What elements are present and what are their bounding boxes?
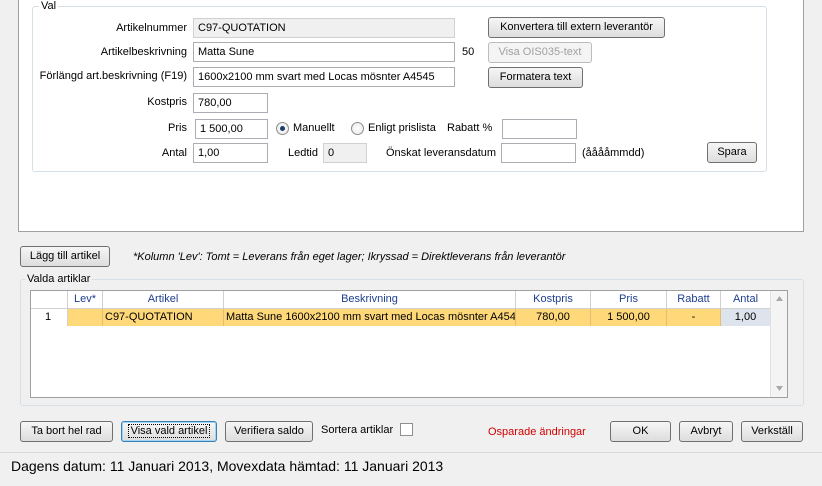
verifiera-saldo-label: Verifiera saldo (234, 425, 304, 437)
artikelnummer-field[interactable]: C97-QUOTATION (193, 18, 455, 38)
column-header-lev[interactable]: Lev* (68, 291, 103, 309)
status-bar: Dagens datum: 11 Januari 2013, Movexdata… (0, 452, 822, 486)
row-number[interactable]: 1 (31, 309, 68, 326)
cell-pris[interactable]: 1 500,00 (591, 309, 667, 326)
ok-label: OK (632, 425, 649, 437)
date-format-hint: (ååååmmdd) (582, 147, 645, 159)
status-text: Dagens datum: 11 Januari 2013, Movexdata… (11, 458, 444, 474)
ledtid-field[interactable]: 0 (323, 143, 367, 163)
antal-input[interactable]: 1,00 (193, 143, 268, 163)
cell-kostpris[interactable]: 780,00 (516, 309, 591, 326)
avbryt-label: Avbryt (690, 425, 722, 437)
column-header-rabatt[interactable]: Rabatt (667, 291, 721, 309)
visa-ois035-button-label: Visa OIS035-text (498, 46, 582, 58)
avbryt-button[interactable]: Avbryt (679, 421, 733, 442)
spara-button[interactable]: Spara (707, 142, 757, 163)
lev-column-note: *Kolumn 'Lev': Tomt = Leverans från eget… (133, 251, 566, 263)
artikelbeskrivning-label: Artikelbeskrivning (100, 46, 187, 58)
antal-label: Antal (161, 147, 187, 159)
osparade-andringar-label: Osparade ändringar (488, 426, 586, 438)
formatera-text-button-label: Formatera text (499, 71, 572, 83)
cell-lev[interactable] (68, 309, 103, 326)
kostpris-label: Kostpris (147, 96, 187, 108)
konvertera-button[interactable]: Konvertera till extern leverantör (488, 17, 665, 38)
valda-artiklar-legend: Valda artiklar (27, 273, 91, 285)
visa-ois035-button[interactable]: Visa OIS035-text (488, 42, 592, 63)
rabatt-input[interactable] (502, 119, 577, 139)
artikelnummer-label: Artikelnummer (116, 22, 187, 34)
enligt-prislista-label: Enligt prislista (368, 122, 436, 134)
spara-button-label: Spara (717, 146, 747, 158)
sortera-artiklar-checkbox[interactable] (400, 423, 413, 436)
visa-vald-artikel-button[interactable]: Visa vald artikel (121, 421, 217, 442)
val-legend: Val (41, 0, 57, 12)
ledtid-label: Ledtid (288, 147, 318, 159)
row-header-corner (31, 291, 68, 309)
pris-label: Pris (168, 122, 187, 134)
column-header-kostpris[interactable]: Kostpris (516, 291, 591, 309)
ta-bort-hel-rad-button[interactable]: Ta bort hel rad (20, 421, 113, 442)
rabatt-label: Rabatt % (447, 122, 493, 134)
manuellt-radio[interactable] (276, 122, 289, 135)
grid-vertical-scrollbar[interactable] (770, 291, 787, 397)
verkstall-label: Verkställ (751, 425, 793, 437)
forlangd-label: Förlängd art.beskrivning (F19) (39, 70, 187, 82)
scrollbar-arrows-icon (776, 296, 783, 391)
onskat-leveransdatum-input[interactable] (501, 143, 576, 163)
valda-artiklar-grid[interactable]: Lev* Artikel Beskrivning Kostpris Pris R… (30, 290, 788, 398)
formatera-text-button[interactable]: Formatera text (488, 67, 583, 88)
ta-bort-hel-rad-label: Ta bort hel rad (31, 425, 102, 437)
konvertera-button-label: Konvertera till extern leverantör (500, 21, 653, 33)
cell-antal[interactable]: 1,00 (721, 309, 771, 326)
kostpris-input[interactable]: 780,00 (193, 93, 268, 113)
ok-button[interactable]: OK (610, 421, 671, 442)
column-header-antal[interactable]: Antal (721, 291, 771, 309)
lagg-till-artikel-label: Lägg till artikel (29, 250, 101, 262)
manuellt-label: Manuellt (293, 122, 335, 134)
column-header-pris[interactable]: Pris (591, 291, 667, 309)
cell-rabatt[interactable]: - (667, 309, 721, 326)
verifiera-saldo-button[interactable]: Verifiera saldo (225, 421, 313, 442)
forlangd-input[interactable]: 1600x2100 mm svart med Locas mösnter A45… (193, 67, 455, 87)
enligt-prislista-radio[interactable] (351, 122, 364, 135)
column-header-artikel[interactable]: Artikel (103, 291, 224, 309)
onskat-leveransdatum-label: Önskat leveransdatum (386, 147, 497, 159)
cell-artikel[interactable]: C97-QUOTATION (103, 309, 224, 326)
visa-vald-artikel-label: Visa vald artikel (127, 424, 211, 438)
lagg-till-artikel-button[interactable]: Lägg till artikel (20, 246, 110, 267)
artikelbeskrivning-input[interactable]: Matta Sune (193, 42, 455, 62)
cell-beskrivning[interactable]: Matta Sune 1600x2100 mm svart med Locas … (224, 309, 516, 326)
verkstall-button[interactable]: Verkställ (741, 421, 803, 442)
column-header-beskrivning[interactable]: Beskrivning (224, 291, 516, 309)
description-length: 50 (462, 46, 475, 58)
sortera-artiklar-label: Sortera artiklar (321, 424, 394, 436)
pris-input[interactable]: 1 500,00 (195, 119, 268, 139)
